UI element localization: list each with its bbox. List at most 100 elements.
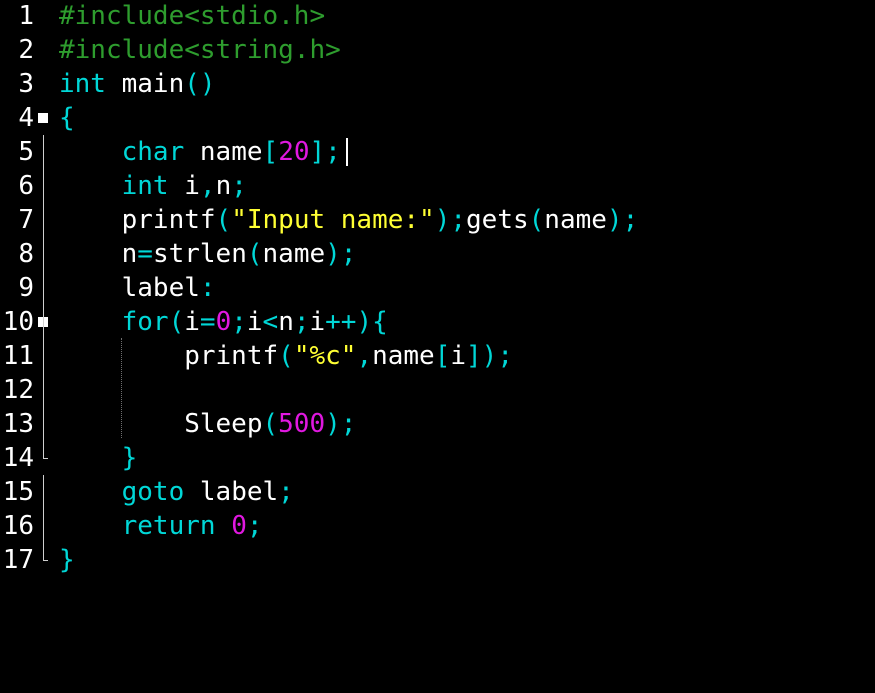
code-token: return [121,511,216,541]
code-token: n [215,171,232,201]
code-line[interactable]: 10 for(i=0;i<n;i++){ [0,305,875,339]
code-token: int [121,171,169,201]
code-line[interactable]: 6 int i,n; [0,169,875,203]
code-text: n=strlen(name); [59,237,357,271]
code-token: i [309,307,326,337]
code-line[interactable]: 11 printf("%c",name[i]); [0,339,875,373]
line-number: 9 [18,273,34,303]
code-token: ( [246,239,263,269]
code-line[interactable]: 5 char name[20]; [0,135,875,169]
code-token: 500 [278,409,326,439]
code-text: #include<stdio.h> [59,0,325,33]
line-number: 13 [2,409,34,439]
code-token: name [372,341,435,371]
fold-gutter [38,407,49,441]
code-token: 0 [231,511,247,541]
code-text: Sleep(500); [59,407,356,441]
code-line[interactable]: 14 } [0,441,875,475]
code-token: label [59,273,200,303]
code-line[interactable]: 1 #include<stdio.h> [0,0,875,33]
fold-end-tick [43,560,48,561]
code-line[interactable]: 3 int main() [0,67,875,101]
code-token: ( [528,205,545,235]
fold-line [43,271,44,305]
code-token: 0 [215,307,232,337]
fold-gutter [38,373,49,407]
code-line[interactable]: 7 printf("Input name:");gets(name); [0,203,875,237]
code-token: ; [231,307,247,337]
code-token: = [199,307,216,337]
code-token: 20 [278,137,310,167]
code-text: label: [59,271,216,305]
code-token: ); [434,205,467,235]
code-text: goto label; [59,475,294,509]
line-number: 10 [2,307,34,337]
code-line[interactable]: 2 #include<string.h> [0,33,875,67]
code-line[interactable]: 17} [0,543,875,577]
code-token: n [59,239,138,269]
code-token: gets [466,205,529,235]
code-editor[interactable]: 1 #include<stdio.h> 2 #include<string.h> 3 in… [0,0,875,693]
code-line[interactable]: 15 goto label; [0,475,875,509]
fold-gutter[interactable] [38,305,49,339]
code-token: ( [262,409,279,439]
code-token: [ [434,341,451,371]
fold-gutter [38,135,49,169]
code-text: } [59,441,138,475]
code-token: main [105,69,185,99]
code-token: ; [293,307,310,337]
code-token: label [184,477,279,507]
fold-gutter[interactable] [38,101,49,135]
fold-gutter [38,237,49,271]
line-number: 17 [2,545,34,575]
fold-line [43,305,44,339]
fold-line [43,475,44,509]
code-token: , [199,171,216,201]
line-number: 16 [2,511,34,541]
line-number: 4 [18,103,34,133]
code-line[interactable]: 8 n=strlen(name); [0,237,875,271]
code-text: } [59,543,75,577]
fold-gutter [38,441,49,475]
code-text: { [59,101,75,135]
code-token: printf [59,341,279,371]
code-token: ); [325,409,357,439]
fold-line [43,169,44,203]
text-cursor [346,138,348,166]
code-token: n [278,307,294,337]
code-token: = [137,239,153,269]
code-token: ]); [466,341,513,371]
code-line[interactable]: 4{ [0,101,875,135]
code-text: return 0; [59,509,263,543]
code-line[interactable]: 9 label: [0,271,875,305]
indent-guide [121,338,122,438]
code-token: ); [325,239,357,269]
code-line[interactable]: 13 Sleep(500); [0,407,875,441]
line-number: 14 [2,443,34,473]
code-token: ( [168,307,185,337]
line-number: 11 [2,341,34,371]
code-token: "%c" [293,341,357,371]
fold-gutter [38,0,49,33]
fold-line [43,237,44,271]
line-number: 6 [18,171,34,201]
code-token: #include<stdio.h> [59,1,326,31]
code-token: , [356,341,373,371]
code-token: ; [246,511,263,541]
code-text: int i,n; [59,169,247,203]
code-token: : [199,273,216,303]
fold-toggle-icon[interactable] [38,113,48,123]
fold-line [43,373,44,407]
code-token: ( [278,341,294,371]
code-token: } [59,545,75,575]
line-number: 3 [18,69,34,99]
code-token: ); [606,205,639,235]
line-number: 15 [2,477,34,507]
code-line[interactable]: 16 return 0; [0,509,875,543]
code-line[interactable]: 12 [0,373,875,407]
code-token: i [246,307,263,337]
